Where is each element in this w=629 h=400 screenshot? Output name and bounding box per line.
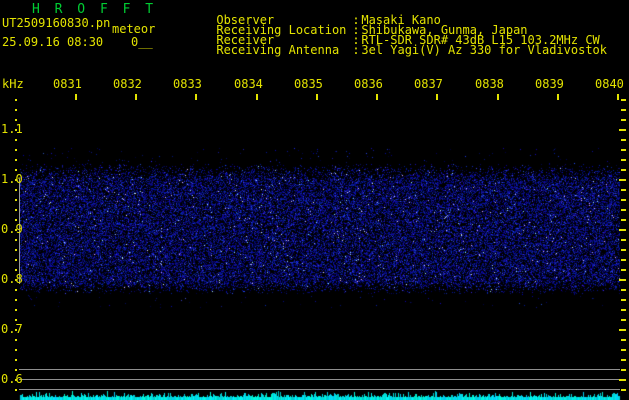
tick-mark	[15, 299, 17, 301]
tick-mark	[15, 369, 17, 371]
tick-mark	[621, 159, 626, 161]
tick-mark	[497, 94, 499, 100]
info-label: Receiving Antenna	[216, 43, 340, 57]
info-separator: :	[352, 43, 360, 57]
tick-mark	[621, 109, 626, 111]
tick-mark	[621, 349, 626, 351]
tick-mark	[619, 129, 626, 131]
freq-tick-label: 0.6	[1, 372, 23, 386]
tick-mark	[15, 149, 17, 151]
freq-tick-label: 0.9	[1, 222, 23, 236]
tick-mark	[619, 229, 626, 231]
time-tick-label: 0832	[113, 77, 142, 91]
tick-mark	[15, 159, 17, 161]
tick-mark	[15, 289, 17, 291]
tick-mark	[15, 119, 17, 121]
info-row-observer: Observer: Masaki Kano	[173, 5, 607, 26]
freq-tick-label: 1.0	[1, 172, 23, 186]
tick-mark	[621, 209, 626, 211]
tick-mark	[621, 169, 626, 171]
tick-mark	[15, 109, 17, 111]
freq-tick-label: 0.7	[1, 322, 23, 336]
time-tick-label: 0833	[173, 77, 202, 91]
time-tick-label: 0839	[535, 77, 564, 91]
tick-mark	[15, 319, 17, 321]
tick-mark	[621, 219, 626, 221]
tick-mark	[621, 199, 626, 201]
tick-mark	[15, 269, 17, 271]
tick-mark	[15, 389, 17, 391]
tick-mark	[621, 259, 626, 261]
tick-mark	[15, 349, 17, 351]
reference-line	[19, 369, 620, 370]
info-value: 3el Yagi(V) Az 330 for Vladivostok	[361, 43, 607, 57]
tick-mark	[15, 99, 17, 101]
tick-mark	[256, 94, 258, 100]
tick-mark	[15, 239, 17, 241]
time-tick-label: 0834	[234, 77, 263, 91]
tick-mark	[621, 139, 626, 141]
tick-mark	[621, 239, 626, 241]
spectrogram-canvas	[0, 0, 629, 400]
freq-tick-label: 1.1	[1, 122, 23, 136]
tick-mark	[621, 269, 626, 271]
tick-mark	[619, 279, 626, 281]
tick-mark	[617, 94, 619, 100]
output-filename: UT2509160830.pn	[2, 16, 111, 30]
tick-mark	[15, 199, 17, 201]
time-tick-label: 0840	[595, 77, 624, 91]
tick-mark	[619, 179, 626, 181]
freq-tick-label: 0.8	[1, 272, 23, 286]
tick-mark	[621, 299, 626, 301]
tick-mark	[15, 259, 17, 261]
tick-mark	[621, 309, 626, 311]
tick-mark	[135, 94, 137, 100]
time-tick-label: 0835	[294, 77, 323, 91]
station-info: Observer: Masaki Kano Receiving Location:…	[173, 5, 607, 56]
tick-mark	[621, 289, 626, 291]
tick-mark	[621, 149, 626, 151]
tick-mark	[621, 99, 626, 101]
tick-mark	[15, 139, 17, 141]
observation-timestamp: 25.09.16 08:30	[2, 35, 104, 49]
time-tick-label: 0836	[354, 77, 383, 91]
tick-mark	[15, 209, 17, 211]
tick-mark	[621, 339, 626, 341]
app-title: H R O F F T	[32, 2, 157, 17]
tick-mark	[15, 219, 17, 221]
time-tick-label: 0837	[414, 77, 443, 91]
freq-unit-label: kHz	[2, 77, 24, 91]
hrofft-window: H R O F F T UT2509160830.pn meteor 25.09…	[0, 0, 629, 400]
tick-mark	[621, 249, 626, 251]
tick-mark	[621, 389, 626, 391]
tick-mark	[316, 94, 318, 100]
tick-mark	[15, 339, 17, 341]
reference-line	[19, 379, 620, 380]
tick-mark	[619, 329, 626, 331]
tick-mark	[195, 94, 197, 100]
time-tick-label: 0831	[53, 77, 82, 91]
reference-line	[19, 389, 620, 390]
tick-mark	[15, 309, 17, 311]
tick-mark	[436, 94, 438, 100]
tick-mark	[75, 94, 77, 100]
echo-counter: 0__	[131, 35, 153, 49]
tick-mark	[15, 189, 17, 191]
tick-mark	[376, 94, 378, 100]
tick-mark	[15, 249, 17, 251]
station-label: meteor	[112, 22, 156, 36]
tick-mark	[15, 359, 17, 361]
time-tick-label: 0838	[475, 77, 504, 91]
tick-mark	[621, 189, 626, 191]
tick-mark	[621, 359, 626, 361]
tick-mark	[619, 379, 626, 381]
tick-mark	[621, 319, 626, 321]
tick-mark	[621, 119, 626, 121]
tick-mark	[557, 94, 559, 100]
tick-mark	[15, 169, 17, 171]
tick-mark	[621, 369, 626, 371]
